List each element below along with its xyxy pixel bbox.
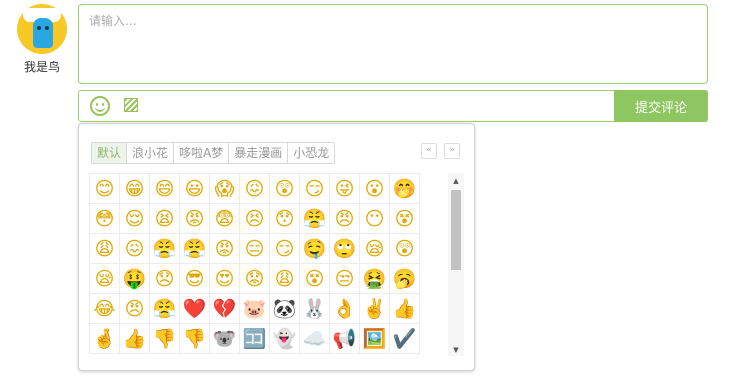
emoji-cell[interactable]: 🤞 [90, 324, 120, 354]
tab-default[interactable]: 默认 [92, 143, 128, 163]
emoji-cell[interactable]: 😤 [300, 204, 330, 234]
emoji-cell[interactable]: 🐷 [240, 294, 270, 324]
emoji-cell[interactable]: 🐼 [270, 294, 300, 324]
emoji-cell[interactable]: 👌 [330, 294, 360, 324]
emoji-cell[interactable]: 😒 [330, 264, 360, 294]
emoji-cell[interactable]: 📢 [330, 324, 360, 354]
emoji-cell[interactable]: ✌️ [360, 294, 390, 324]
emoji-cell[interactable]: 😠 [120, 294, 150, 324]
comment-toolbar: 提交评论 [78, 90, 708, 122]
comment-input[interactable] [79, 5, 707, 83]
emoji-cell[interactable]: 🙄 [330, 234, 360, 264]
emoji-cell[interactable]: 😶 [360, 204, 390, 234]
emoji-cell[interactable]: 😃 [180, 174, 210, 204]
next-page-button[interactable]: » [444, 143, 460, 159]
scroll-down-arrow-icon[interactable]: ▼ [448, 344, 464, 356]
emoji-cell[interactable]: 😪 [360, 234, 390, 264]
emoji-cell[interactable]: 😵 [300, 264, 330, 294]
emoji-cell[interactable]: 😱 [210, 174, 240, 204]
emoji-cell[interactable]: 😳 [90, 204, 120, 234]
emoji-cell[interactable]: 😠 [330, 204, 360, 234]
tab-little-dinosaur[interactable]: 小恐龙 [288, 143, 334, 163]
emoji-cell[interactable]: 😤 [150, 294, 180, 324]
emoji-cell[interactable]: 😖 [240, 174, 270, 204]
smile-icon[interactable] [90, 96, 110, 116]
emoji-cell[interactable]: 👎 [180, 324, 210, 354]
emoji-cell[interactable]: 😮 [360, 174, 390, 204]
emoji-cell[interactable]: 😲 [270, 174, 300, 204]
submit-comment-button[interactable]: 提交评论 [614, 90, 708, 122]
emoji-cell[interactable]: 😂 [90, 294, 120, 324]
emoji-cell[interactable]: 😲 [390, 234, 420, 264]
smile-mouth [95, 105, 105, 112]
emoji-cell[interactable]: 😪 [90, 264, 120, 294]
emoji-cell[interactable]: 😄 [150, 174, 180, 204]
emoji-panel: 默认 浪小花 哆啦A梦 暴走漫画 小恐龙 « » 😊 😁 😄 😃 😱 😖 😲 😏 😜 😮 🤭 😳 😌 😫 😡… [78, 123, 475, 371]
emoji-cell[interactable]: ✔️ [390, 324, 420, 354]
emoji-cell[interactable]: 👍 [390, 294, 420, 324]
emoji-cell[interactable]: 😨 [210, 204, 240, 234]
avatar-eye [37, 26, 41, 30]
user-avatar-block: 我是鸟 [14, 4, 70, 76]
emoji-cell[interactable]: 😌 [120, 204, 150, 234]
emoji-cell[interactable]: 🐰 [300, 294, 330, 324]
emoji-cell[interactable]: 💔 [210, 294, 240, 324]
emoji-cell[interactable]: 😟 [240, 264, 270, 294]
emoji-cell[interactable]: 🤑 [120, 264, 150, 294]
emoji-scrollbar[interactable]: ▲ ▼ [448, 173, 464, 356]
emoji-cell[interactable]: 😫 [150, 204, 180, 234]
emoji-cell[interactable]: 😖 [120, 234, 150, 264]
emoji-cell[interactable]: 😁 [120, 174, 150, 204]
emoji-cell[interactable]: 😍 [210, 264, 240, 294]
avatar-figure [33, 18, 53, 48]
emoji-cell[interactable]: 😏 [270, 234, 300, 264]
emoji-cell[interactable]: 🖼️ [360, 324, 390, 354]
avatar-eye [45, 26, 49, 30]
tab-langxiaohua[interactable]: 浪小花 [127, 143, 175, 163]
emoji-cell[interactable]: 🤭 [390, 174, 420, 204]
emoji-cell[interactable]: 😩 [90, 234, 120, 264]
emoji-cell[interactable]: 😯 [270, 204, 300, 234]
emoji-cell[interactable]: ❤️ [180, 294, 210, 324]
comment-box [78, 4, 708, 84]
emoji-cell[interactable]: 😤 [180, 234, 210, 264]
image-icon[interactable] [124, 98, 138, 112]
emoji-cell[interactable]: 🥱 [390, 264, 420, 294]
emoji-cell[interactable]: 🤮 [360, 264, 390, 294]
emoji-cell[interactable]: 👻 [270, 324, 300, 354]
prev-page-button[interactable]: « [421, 143, 437, 159]
emoji-cell[interactable]: 😎 [180, 264, 210, 294]
avatar[interactable] [17, 4, 67, 54]
emoji-cell[interactable]: 🈁 [240, 324, 270, 354]
emoji-cell[interactable]: 😡 [210, 234, 240, 264]
emoji-cell[interactable]: 👍 [120, 324, 150, 354]
emoji-cell[interactable]: 🐨 [210, 324, 240, 354]
emoji-cell[interactable]: 😑 [240, 234, 270, 264]
emoji-cell[interactable]: 😏 [300, 174, 330, 204]
tab-doraemon[interactable]: 哆啦A梦 [174, 143, 230, 163]
scroll-thumb[interactable] [451, 190, 461, 270]
emoji-cell[interactable]: 😤 [150, 234, 180, 264]
emoji-cell[interactable]: 😡 [180, 204, 210, 234]
emoji-cell[interactable]: 😜 [330, 174, 360, 204]
scroll-up-arrow-icon[interactable]: ▲ [448, 175, 464, 187]
tab-rage-comics[interactable]: 暴走漫画 [229, 143, 289, 163]
emoji-cell[interactable]: 😣 [240, 204, 270, 234]
emoji-cell[interactable]: 👎 [150, 324, 180, 354]
emoji-tabs: 默认 浪小花 哆啦A梦 暴走漫画 小恐龙 [91, 142, 336, 164]
emoji-cell[interactable]: ☁️ [300, 324, 330, 354]
emoji-cell[interactable]: 😵 [390, 204, 420, 234]
emoji-cell[interactable]: 😞 [150, 264, 180, 294]
username: 我是鸟 [23, 60, 60, 74]
emoji-cell[interactable]: 😊 [90, 174, 120, 204]
emoji-cell[interactable]: 🤤 [300, 234, 330, 264]
emoji-grid: 😊 😁 😄 😃 😱 😖 😲 😏 😜 😮 🤭 😳 😌 😫 😡 😨 😣 😯 😤 😠 😶 😵 😩 😖 😤 😤 😡 😑 😏 🤤 🙄 😪 😲 😪 🤑 😞 😎 😍 😟 😩… [89, 173, 420, 354]
emoji-cell[interactable]: 😩 [270, 264, 300, 294]
